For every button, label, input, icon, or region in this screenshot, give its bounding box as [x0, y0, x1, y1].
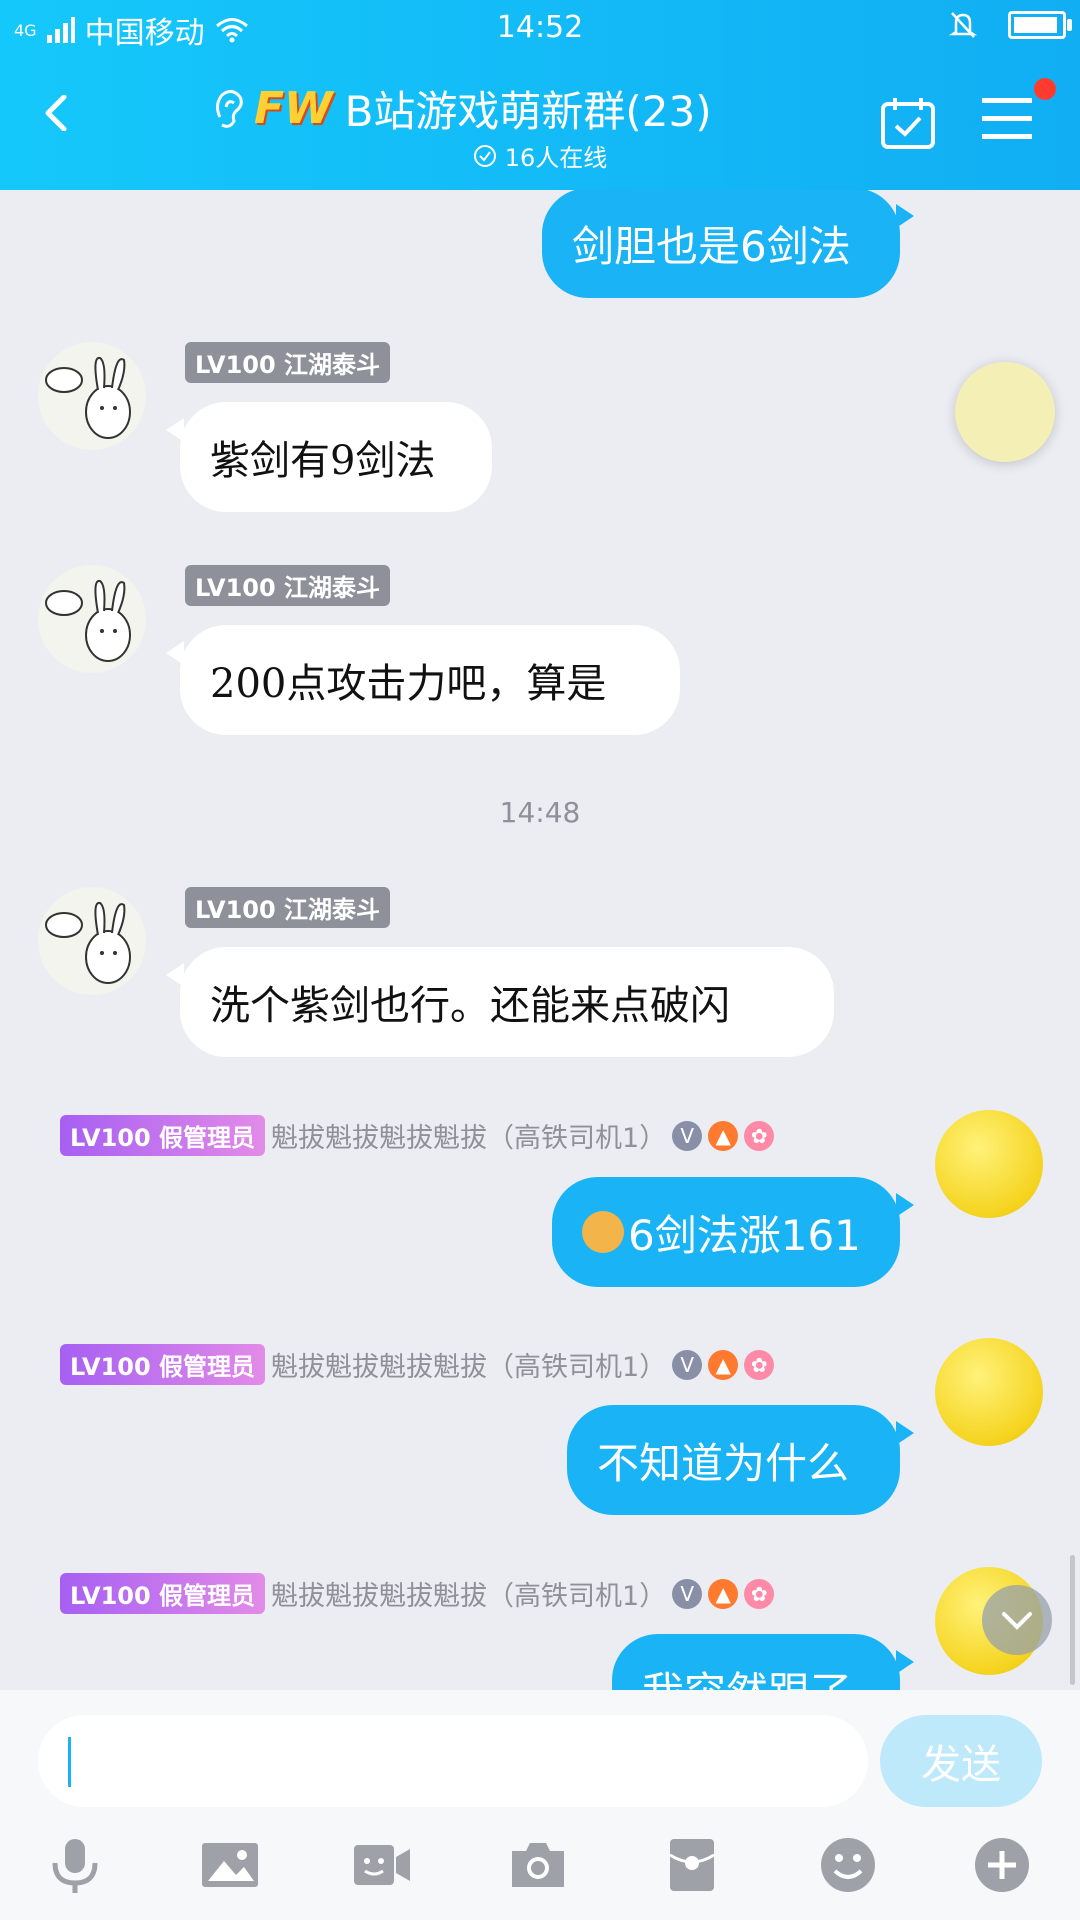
menu-icon[interactable] — [982, 96, 1032, 142]
bunny-avatar-icon — [45, 901, 131, 984]
message-bubble[interactable]: 不知道为什么 — [567, 1405, 914, 1515]
scrollbar[interactable] — [1070, 1555, 1075, 1685]
camera-icon[interactable] — [508, 1835, 568, 1895]
avatar[interactable] — [38, 887, 146, 995]
dog-emoji-icon — [582, 1211, 624, 1253]
plus-icon[interactable] — [972, 1835, 1032, 1895]
group-logo: FW — [254, 83, 333, 134]
text-caret — [68, 1737, 71, 1787]
message-text: 紫剑有9剑法 — [210, 438, 436, 484]
fire-badge-icon: ▲ — [708, 1120, 739, 1151]
avatar[interactable] — [38, 565, 146, 673]
level-text: LV100 — [70, 1124, 151, 1152]
status-bar: 4G 中国移动 14:52 — [0, 8, 1080, 51]
message-text: 洗个紫剑也行。还能来点破闪 — [210, 983, 730, 1029]
message-bubble[interactable]: 紫剑有9剑法 — [166, 402, 492, 512]
sender-tag[interactable]: LV100 假管理员 魁拔魁拔魁拔魁拔（高铁司机1） V ▲ ✿ — [60, 1573, 775, 1614]
level-text: LV100 — [195, 574, 276, 602]
bunny-avatar-icon — [45, 579, 131, 662]
sender-tag[interactable]: LV100 江湖泰斗 — [185, 342, 391, 383]
level-badge: LV100 江湖泰斗 — [185, 342, 391, 383]
level-text: LV100 — [195, 896, 276, 924]
image-icon[interactable] — [200, 1835, 260, 1895]
ear-icon[interactable] — [210, 87, 246, 131]
sender-name: 江湖泰斗 — [284, 351, 381, 379]
fire-badge-icon: ▲ — [708, 1349, 739, 1380]
level-text: LV100 — [70, 1353, 151, 1381]
vip-badge-icon: V — [672, 1578, 703, 1609]
role-text: 假管理员 — [159, 1124, 256, 1152]
message-text: 不知道为什么 — [597, 1438, 850, 1488]
flower-badge-icon: ✿ — [744, 1120, 775, 1151]
avatar[interactable] — [935, 1110, 1043, 1218]
level-text: LV100 — [195, 351, 276, 379]
vip-badge-icon: V — [672, 1349, 703, 1380]
scroll-to-bottom-button[interactable] — [982, 1585, 1052, 1655]
message-input[interactable] — [38, 1715, 868, 1807]
emoji-icon[interactable] — [818, 1835, 878, 1895]
group-title: B站游戏萌新群(23) — [344, 87, 712, 136]
bunny-avatar-icon — [45, 356, 131, 439]
sender-name: 江湖泰斗 — [284, 574, 381, 602]
sender-name: 魁拔魁拔魁拔魁拔（高铁司机1） — [271, 1581, 667, 1612]
flower-badge-icon: ✿ — [744, 1578, 775, 1609]
sender-name: 江湖泰斗 — [284, 896, 381, 924]
chat-header: 4G 中国移动 14:52 FW B站游戏萌新群(23) 16人在线 — [0, 0, 1080, 190]
level-badge: LV100 假管理员 — [60, 1115, 266, 1156]
role-text: 假管理员 — [159, 1582, 256, 1610]
message-bubble[interactable]: 洗个紫剑也行。还能来点破闪 — [166, 947, 834, 1057]
red-packet-icon[interactable] — [662, 1835, 722, 1895]
floating-assistant-ball[interactable] — [955, 362, 1055, 462]
avatar[interactable] — [38, 342, 146, 450]
message-bubble[interactable]: 200点攻击力吧，算是 — [166, 625, 680, 735]
level-text: LV100 — [70, 1582, 151, 1610]
level-badge: LV100 假管理员 — [60, 1573, 266, 1614]
sender-name: 魁拔魁拔魁拔魁拔（高铁司机1） — [271, 1352, 667, 1383]
battery-icon — [1008, 11, 1072, 39]
message-list[interactable]: 剑胆也是6剑法 LV100 江湖泰斗 紫剑有9剑法 LV100 江湖泰斗 200… — [0, 190, 1080, 1690]
chevron-down-icon — [1002, 1612, 1032, 1630]
message-text: 6剑法涨161 — [628, 1210, 861, 1260]
message-text: 200点攻击力吧，算是 — [210, 661, 607, 707]
status-time: 14:52 — [496, 10, 584, 45]
back-icon[interactable] — [40, 95, 76, 131]
mute-bell-icon — [948, 12, 978, 38]
flower-badge-icon: ✿ — [744, 1349, 775, 1380]
sender-tag[interactable]: LV100 江湖泰斗 — [185, 565, 391, 606]
video-icon[interactable] — [352, 1835, 412, 1895]
vip-badge-icon: V — [672, 1120, 703, 1151]
send-button[interactable]: 发送 — [880, 1715, 1042, 1807]
role-text: 假管理员 — [159, 1353, 256, 1381]
message-text: 剑胆也是6剑法 — [572, 221, 851, 271]
group-title-row[interactable]: FW B站游戏萌新群(23) — [210, 78, 712, 139]
level-badge: LV100 江湖泰斗 — [185, 887, 391, 928]
message-bubble[interactable]: 剑胆也是6剑法 — [542, 190, 914, 298]
composer: 发送 — [0, 1690, 1080, 1920]
sender-name: 魁拔魁拔魁拔魁拔（高铁司机1） — [271, 1123, 667, 1154]
time-divider: 14:48 — [499, 796, 581, 829]
avatar[interactable] — [935, 1338, 1043, 1446]
message-bubble[interactable]: 6剑法涨161 — [552, 1177, 914, 1287]
online-label: 16人在线 — [504, 144, 608, 172]
sender-tag[interactable]: LV100 假管理员 魁拔魁拔魁拔魁拔（高铁司机1） V ▲ ✿ — [60, 1115, 775, 1156]
calendar-check-icon[interactable] — [880, 96, 936, 150]
mic-icon[interactable] — [45, 1835, 105, 1895]
sender-tag[interactable]: LV100 江湖泰斗 — [185, 887, 391, 928]
level-badge: LV100 假管理员 — [60, 1344, 266, 1385]
message-bubble[interactable]: 我突然跟了 — [612, 1634, 914, 1691]
message-text: 我突然跟了 — [642, 1659, 852, 1691]
sender-tag[interactable]: LV100 假管理员 魁拔魁拔魁拔魁拔（高铁司机1） V ▲ ✿ — [60, 1344, 775, 1385]
unread-dot — [1034, 78, 1056, 100]
fire-badge-icon: ▲ — [708, 1578, 739, 1609]
level-badge: LV100 江湖泰斗 — [185, 565, 391, 606]
online-check-icon — [473, 144, 496, 167]
